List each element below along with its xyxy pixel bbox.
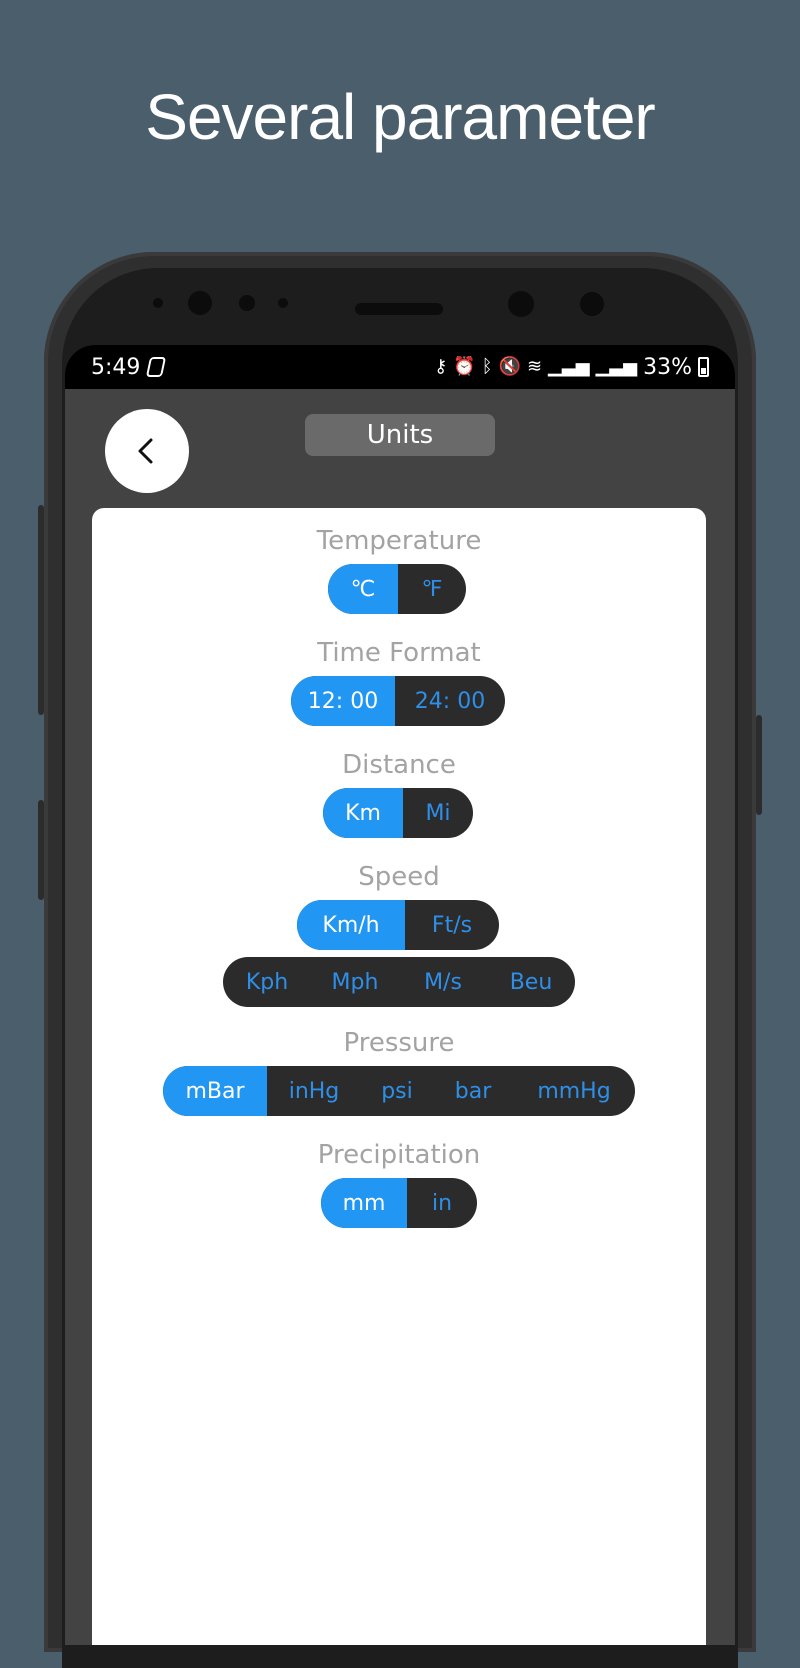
distance-option-km[interactable]: Km	[323, 788, 403, 838]
precipitation-label: Precipitation	[317, 1140, 481, 1170]
speed-toggle: Km/h Ft/s	[297, 900, 499, 950]
page-title: Units	[305, 414, 495, 456]
battery-percent: 33%	[643, 354, 692, 380]
app-bar: Units	[65, 389, 735, 499]
front-camera	[188, 291, 212, 315]
alarm-icon: ⏰	[453, 356, 476, 377]
iris-sensor	[580, 292, 604, 316]
chevron-left-icon	[138, 438, 153, 464]
earpiece-speaker	[355, 303, 443, 315]
speed-option-kmh[interactable]: Km/h	[297, 900, 405, 950]
time-format-option-12h[interactable]: 12: 00	[291, 676, 395, 726]
iris-camera	[508, 291, 534, 317]
status-bar: 5:49 ⚷ ⏰ ᛒ 🔇 ≋ ▁▃▅ ▁▃▅ 33%	[65, 345, 735, 389]
back-button[interactable]	[105, 409, 189, 493]
volume-up-button	[38, 505, 44, 715]
mute-icon: 🔇	[498, 356, 521, 377]
bluetooth-icon: ᛒ	[481, 356, 493, 377]
temperature-label: Temperature	[316, 526, 482, 556]
signal-icon: ▁▃▅	[595, 356, 638, 377]
pressure-option-inhg[interactable]: inHg	[267, 1066, 361, 1116]
pressure-toggle: mBar inHg psi bar mmHg	[163, 1066, 635, 1116]
pressure-option-mbar[interactable]: mBar	[163, 1066, 267, 1116]
volume-down-button	[38, 800, 44, 900]
speed-label: Speed	[358, 862, 440, 892]
phone-screen: 5:49 ⚷ ⏰ ᛒ 🔇 ≋ ▁▃▅ ▁▃▅ 33% Units Tempera…	[65, 345, 735, 1645]
status-time: 5:49	[91, 354, 141, 380]
time-format-label: Time Format	[317, 638, 481, 668]
distance-toggle: Km Mi	[323, 788, 473, 838]
speed-extra-toggle: Kph Mph M/s Beu	[223, 957, 575, 1007]
distance-label: Distance	[342, 750, 456, 780]
temperature-option-celsius[interactable]: ℃	[328, 564, 398, 614]
precipitation-option-mm[interactable]: mm	[321, 1178, 407, 1228]
pressure-option-bar[interactable]: bar	[433, 1066, 513, 1116]
wifi-icon: ≋	[526, 356, 543, 377]
time-format-toggle: 12: 00 24: 00	[291, 676, 505, 726]
speed-option-kph[interactable]: Kph	[223, 957, 311, 1007]
sensor-dot	[278, 298, 288, 308]
speed-option-beu[interactable]: Beu	[487, 957, 575, 1007]
speed-option-fts[interactable]: Ft/s	[405, 900, 499, 950]
units-card: Temperature ℃ ℉ Time Format 12: 00 24: 0…	[92, 508, 706, 1645]
pressure-label: Pressure	[343, 1028, 455, 1058]
time-format-option-24h[interactable]: 24: 00	[395, 676, 505, 726]
precipitation-option-in[interactable]: in	[407, 1178, 477, 1228]
battery-icon	[698, 357, 709, 377]
sensor-dot	[153, 298, 163, 308]
speed-option-ms[interactable]: M/s	[399, 957, 487, 1007]
sensor-dot	[239, 295, 255, 311]
precipitation-toggle: mm in	[321, 1178, 477, 1228]
temperature-option-fahrenheit[interactable]: ℉	[398, 564, 466, 614]
distance-option-mi[interactable]: Mi	[403, 788, 473, 838]
app-notification-icon	[146, 357, 167, 377]
headline: Several parameter	[145, 81, 655, 153]
pressure-option-mmhg[interactable]: mmHg	[513, 1066, 635, 1116]
key-icon: ⚷	[434, 356, 448, 377]
signal-icon: ▁▃▅	[548, 356, 590, 377]
power-button	[756, 715, 762, 815]
speed-option-mph[interactable]: Mph	[311, 957, 399, 1007]
temperature-toggle: ℃ ℉	[328, 564, 466, 614]
pressure-option-psi[interactable]: psi	[361, 1066, 433, 1116]
